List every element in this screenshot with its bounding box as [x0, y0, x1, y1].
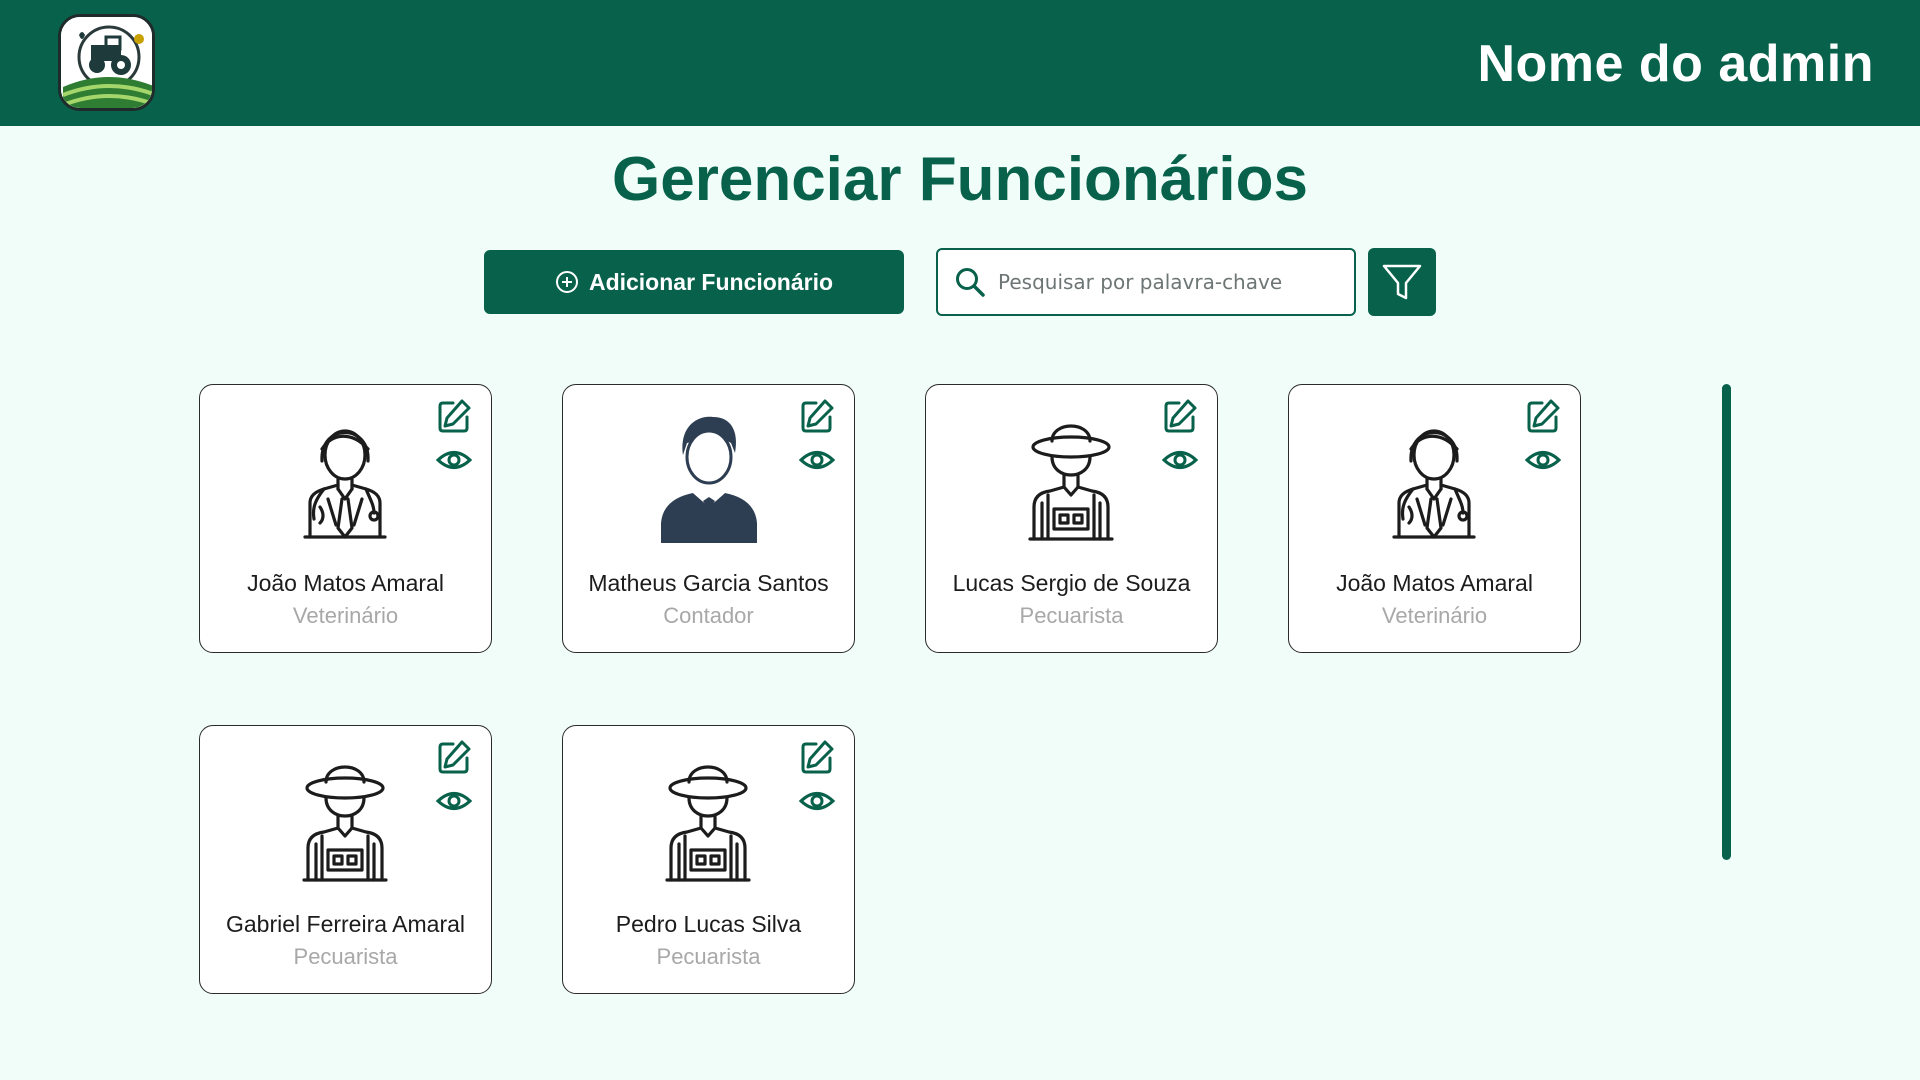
edit-icon[interactable] — [798, 397, 836, 435]
farmer-avatar-icon — [653, 744, 763, 884]
employee-card[interactable]: João Matos Amaral Veterinário — [1288, 384, 1581, 653]
view-eye-icon[interactable] — [1161, 443, 1199, 477]
page-title: Gerenciar Funcionários — [612, 145, 1308, 214]
search-icon — [956, 268, 985, 297]
employee-role: Pecuarista — [1019, 603, 1124, 628]
employee-role: Pecuarista — [293, 944, 398, 969]
filter-icon — [1382, 264, 1422, 300]
top-header: Nome do admin — [0, 0, 1920, 126]
employee-card[interactable]: Pedro Lucas Silva Pecuarista — [562, 725, 855, 994]
search-box[interactable] — [936, 248, 1356, 316]
veterinarian-avatar-icon — [1379, 403, 1489, 543]
edit-icon[interactable] — [435, 738, 473, 776]
add-employee-label: Adicionar Funcionário — [588, 268, 834, 295]
employee-role: Veterinário — [1381, 603, 1488, 628]
employee-name: João Matos Amaral — [247, 570, 444, 596]
plus-circle-icon — [555, 271, 578, 293]
edit-icon[interactable] — [1161, 397, 1199, 435]
add-employee-button[interactable]: Adicionar Funcionário — [484, 250, 904, 314]
farmer-avatar-icon — [1016, 403, 1126, 543]
employee-name: João Matos Amaral — [1336, 570, 1533, 596]
farmer-avatar-icon — [290, 744, 400, 884]
app-logo[interactable] — [58, 14, 155, 111]
employee-role: Veterinário — [292, 603, 399, 628]
view-eye-icon[interactable] — [435, 443, 473, 477]
scrollbar[interactable] — [1722, 384, 1731, 860]
employee-role: Contador — [663, 603, 754, 628]
employee-role: Pecuarista — [656, 944, 761, 969]
view-eye-icon[interactable] — [435, 784, 473, 818]
employee-name: Lucas Sergio de Souza — [952, 570, 1191, 596]
view-eye-icon[interactable] — [798, 443, 836, 477]
employee-card[interactable]: João Matos Amaral Veterinário — [199, 384, 492, 653]
view-eye-icon[interactable] — [1524, 443, 1562, 477]
employee-name: Matheus Garcia Santos — [588, 570, 829, 596]
employee-card[interactable]: Matheus Garcia Santos Contador — [562, 384, 855, 653]
employee-card[interactable]: Gabriel Ferreira Amaral Pecuarista — [199, 725, 492, 994]
view-eye-icon[interactable] — [798, 784, 836, 818]
businessman-avatar-icon — [653, 403, 763, 543]
employee-name: Pedro Lucas Silva — [615, 911, 802, 937]
edit-icon[interactable] — [798, 738, 836, 776]
employee-name: Gabriel Ferreira Amaral — [225, 911, 466, 937]
veterinarian-avatar-icon — [290, 403, 400, 543]
search-input[interactable] — [998, 270, 1328, 294]
edit-icon[interactable] — [435, 397, 473, 435]
admin-name[interactable]: Nome do admin — [1477, 34, 1874, 94]
filter-button[interactable] — [1368, 248, 1436, 316]
edit-icon[interactable] — [1524, 397, 1562, 435]
employee-card[interactable]: Lucas Sergio de Souza Pecuarista — [925, 384, 1218, 653]
